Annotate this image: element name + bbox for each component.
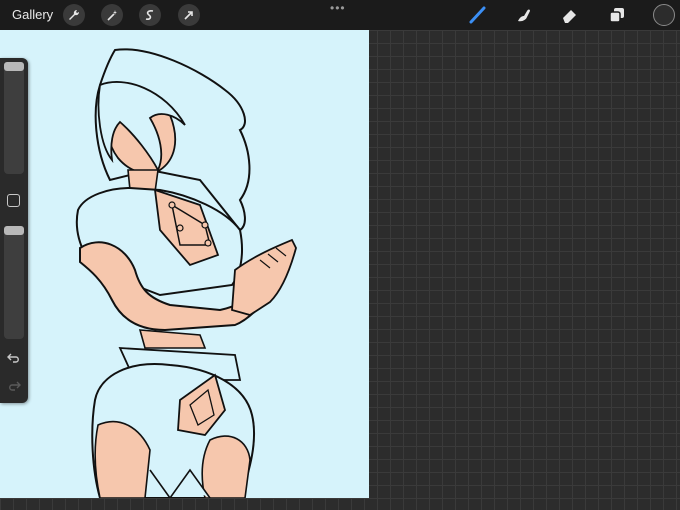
wrench-icon	[69, 9, 80, 20]
brush-icon	[469, 6, 486, 24]
undo-icon[interactable]	[7, 352, 21, 364]
selection-button[interactable]	[139, 4, 161, 26]
smudge-icon	[518, 9, 530, 22]
smudge-button[interactable]	[513, 4, 535, 26]
magic-wand-icon	[107, 10, 117, 21]
eraser-icon	[563, 10, 576, 23]
color-picker-button[interactable]	[653, 4, 675, 26]
top-toolbar: Gallery •••	[0, 0, 680, 30]
opacity-thumb[interactable]	[4, 226, 24, 235]
actions-button[interactable]	[63, 4, 85, 26]
left-sidebar	[0, 58, 28, 403]
drawing-canvas[interactable]	[0, 30, 369, 498]
opacity-slider[interactable]	[4, 226, 24, 339]
layers-icon	[609, 8, 624, 23]
brush-button[interactable]	[467, 4, 489, 26]
brush-size-thumb[interactable]	[4, 62, 24, 71]
transform-arrow-icon	[184, 11, 193, 20]
artwork	[75, 48, 297, 498]
more-menu-icon[interactable]: •••	[330, 1, 346, 15]
redo-icon[interactable]	[7, 380, 21, 392]
layers-button[interactable]	[606, 4, 628, 26]
selection-icon	[145, 10, 154, 20]
eraser-button[interactable]	[559, 4, 581, 26]
transform-button[interactable]	[178, 4, 200, 26]
modify-button[interactable]	[7, 194, 20, 207]
adjustments-button[interactable]	[101, 4, 123, 26]
brush-size-slider[interactable]	[4, 62, 24, 174]
gallery-button[interactable]: Gallery	[12, 7, 53, 22]
